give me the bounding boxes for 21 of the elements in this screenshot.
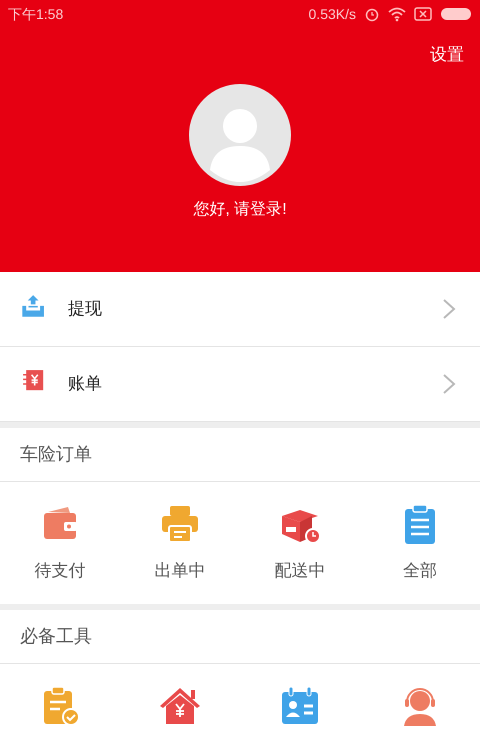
status-time: 下午1:58 bbox=[8, 4, 64, 24]
avatar-icon[interactable] bbox=[189, 84, 291, 186]
chevron-right-icon bbox=[442, 298, 456, 320]
order-status-label[interactable]: 全部 bbox=[403, 558, 437, 584]
settings-button[interactable]: 设置 bbox=[430, 42, 464, 68]
sim-icon bbox=[414, 6, 432, 22]
section-title: 车险订单 bbox=[20, 443, 92, 466]
wifi-icon bbox=[388, 6, 406, 22]
menu-row[interactable]: 账单 bbox=[0, 347, 480, 422]
section-title: 必备工具 bbox=[20, 625, 92, 648]
menu-label: 提现 bbox=[68, 298, 103, 320]
menu-row[interactable]: 提现 bbox=[0, 272, 480, 347]
order-status-label[interactable]: 待支付 bbox=[34, 558, 86, 584]
menu-label: 账单 bbox=[68, 373, 103, 396]
network-speed: 0.53K/s bbox=[308, 4, 356, 24]
alarm-icon bbox=[364, 6, 380, 22]
battery-icon bbox=[440, 6, 472, 22]
order-status-label[interactable]: 出单中 bbox=[154, 558, 206, 584]
chevron-right-icon bbox=[442, 373, 456, 395]
order-status-label[interactable]: 配送中 bbox=[274, 558, 326, 584]
login-link[interactable]: 您好, 请登录! bbox=[193, 198, 287, 222]
